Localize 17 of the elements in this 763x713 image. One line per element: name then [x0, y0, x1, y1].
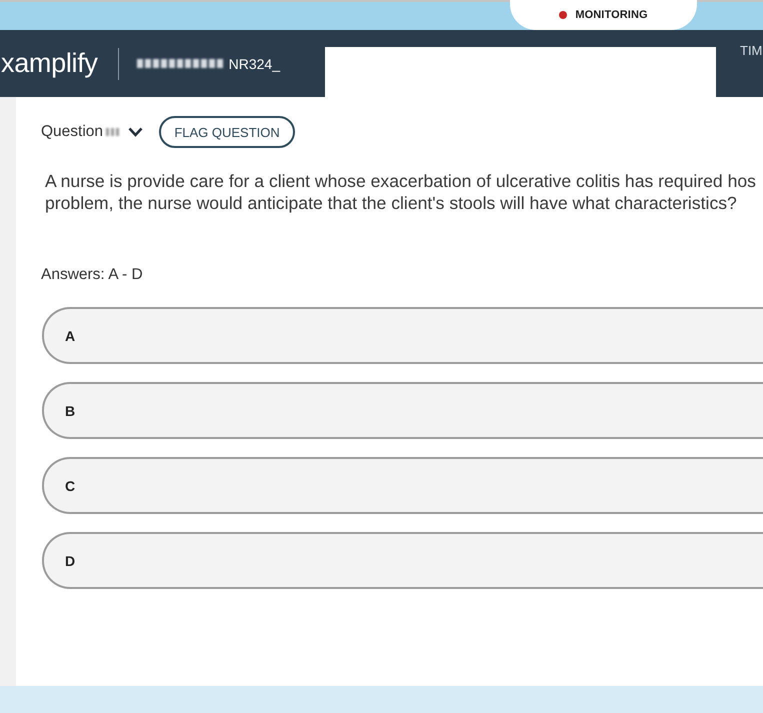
option-letter: C	[65, 478, 76, 494]
option-letter: D	[65, 552, 76, 568]
answers-label: Answers: A - D	[41, 266, 144, 284]
question-text: A nurse is provide care for a client whose exacerbation of ulcerative colitis has required hos problem, the nurse would anticipate that the client's stools will have what characteristics?	[45, 170, 757, 214]
answer-option[interactable]: A	[42, 307, 763, 364]
flag-question-button[interactable]: FLAG QUESTION	[159, 116, 296, 148]
course-title: NR324_	[228, 56, 280, 72]
question-dropdown[interactable]: Question	[41, 123, 144, 141]
timer-label: TIM	[740, 43, 762, 58]
answer-option[interactable]: C	[42, 457, 763, 514]
answer-option[interactable]: D	[42, 532, 763, 589]
chevron-down-icon	[128, 127, 144, 137]
answer-option[interactable]: B	[42, 382, 763, 439]
option-letter: B	[65, 402, 76, 418]
option-letter: A	[65, 328, 76, 344]
logo: xamplify	[1, 48, 98, 79]
monitoring-label: MONITORING	[575, 9, 648, 21]
